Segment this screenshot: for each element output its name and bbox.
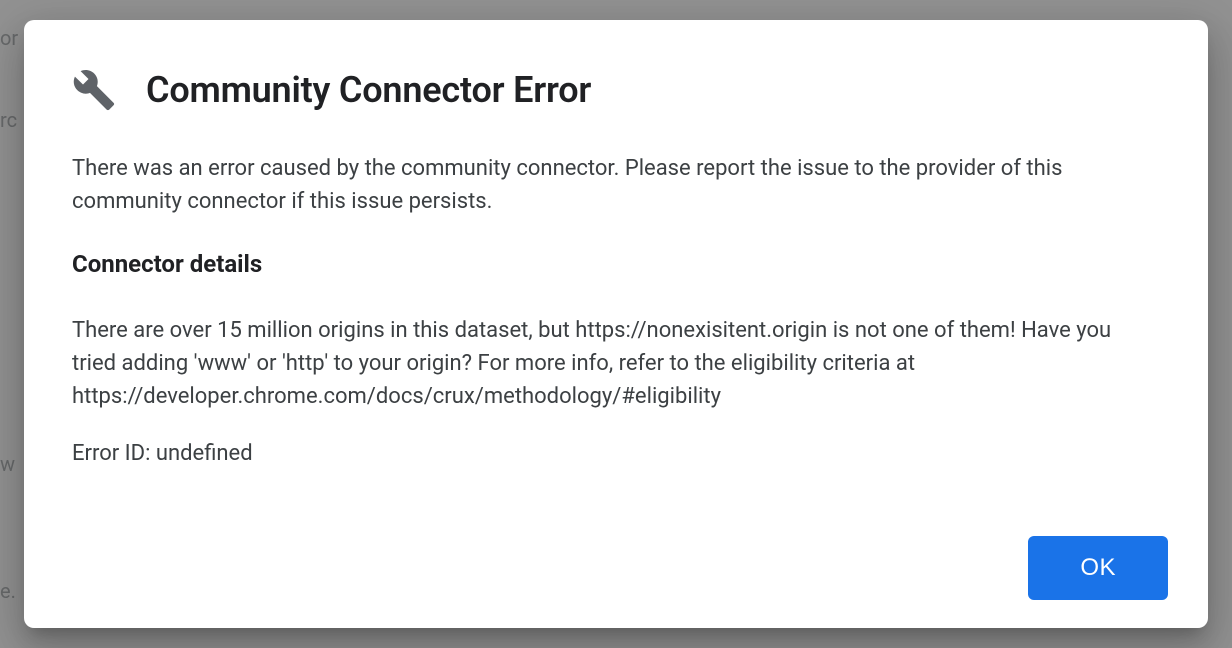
error-dialog: Community Connector Error There was an e… [24, 20, 1208, 628]
dialog-content: Community Connector Error There was an e… [24, 20, 1208, 536]
connector-details-heading: Connector details [72, 246, 1160, 282]
dialog-header: Community Connector Error [72, 68, 1160, 112]
wrench-icon [72, 68, 116, 112]
connector-details-message: There are over 15 million origins in thi… [72, 314, 1160, 413]
error-id-line: Error ID: undefined [72, 437, 1160, 470]
dialog-intro-text: There was an error caused by the communi… [72, 152, 1160, 218]
ok-button[interactable]: OK [1028, 536, 1168, 600]
dialog-title: Community Connector Error [146, 69, 591, 111]
dialog-actions: OK [24, 536, 1208, 628]
dialog-body: There was an error caused by the communi… [72, 152, 1160, 470]
